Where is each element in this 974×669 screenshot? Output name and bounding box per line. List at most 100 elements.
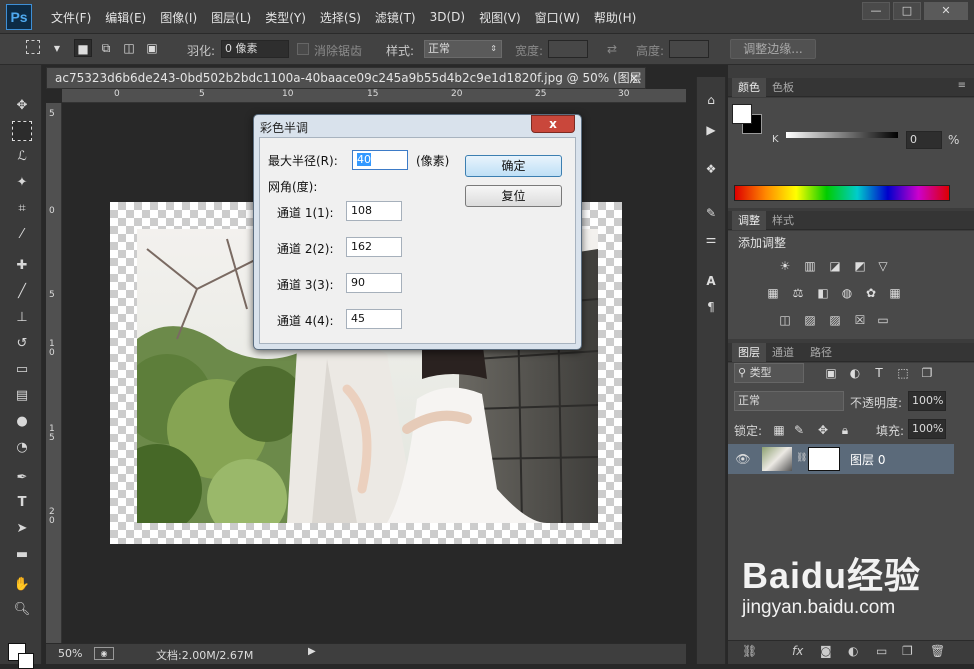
pen-tool-icon[interactable]: ✒ (12, 468, 32, 488)
menu-view[interactable]: 视图(V) (472, 9, 528, 26)
threshold-icon[interactable]: ▨ (826, 311, 844, 329)
new-selection-icon[interactable]: ■ (74, 39, 92, 57)
vibrance-icon[interactable]: ▽ (874, 257, 892, 275)
menu-filter[interactable]: 滤镜(T) (368, 9, 423, 26)
refine-edge-button[interactable]: 调整边缘... (730, 39, 816, 59)
brush-presets-icon[interactable]: ✎ (702, 204, 720, 222)
filter-adjustment-icon[interactable]: ◐ (846, 364, 864, 382)
layer-filter-select[interactable]: ⚲ 类型 (734, 363, 804, 383)
lock-pixels-icon[interactable]: ✎ (790, 421, 808, 439)
tab-channels[interactable]: 通道 (766, 343, 800, 362)
k-value-input[interactable]: 0 (906, 131, 942, 149)
move-tool-icon[interactable]: ✥ (12, 96, 32, 116)
tab-layers[interactable]: 图层 (732, 343, 766, 362)
marquee-preset-icon[interactable] (26, 40, 40, 54)
add-mask-icon[interactable]: ◙ (820, 644, 832, 658)
chevron-down-icon[interactable]: ▼ (48, 40, 66, 58)
eyedropper-icon[interactable]: ⁄ (12, 225, 32, 245)
panel-menu-icon[interactable]: ≡ (958, 80, 966, 91)
selective-color-icon[interactable]: ☒ (851, 311, 869, 329)
feather-input[interactable]: 0 像素 (221, 40, 289, 58)
new-adjustment-icon[interactable]: ◐ (848, 644, 858, 658)
filter-pixel-icon[interactable]: ▣ (822, 364, 840, 382)
type-tool-icon[interactable]: T (12, 493, 32, 513)
status-arrow-icon[interactable]: ▶ (308, 646, 316, 657)
history-brush-icon[interactable]: ↺ (12, 334, 32, 354)
new-group-icon[interactable]: ▭ (876, 644, 887, 658)
document-tab[interactable]: ac75323d6b6de243-0bd502b2bdc1100a-40baac… (46, 67, 646, 89)
blend-mode-select[interactable]: 正常 (734, 391, 844, 411)
levels-icon[interactable]: ▥ (801, 257, 819, 275)
gradient-tool-icon[interactable]: ▤ (12, 386, 32, 406)
menu-edit[interactable]: 编辑(E) (98, 9, 153, 26)
close-tab-icon[interactable]: × (629, 68, 639, 88)
blur-tool-icon[interactable]: ● (12, 412, 32, 432)
shape-tool-icon[interactable]: ▬ (12, 545, 32, 565)
close-window-button[interactable]: ✕ (924, 2, 968, 20)
channel-4-input[interactable]: 45 (346, 309, 402, 329)
add-selection-icon[interactable]: ⧉ (97, 39, 115, 57)
channel-mixer-icon[interactable]: ✿ (862, 284, 880, 302)
opacity-input[interactable]: 100% (908, 391, 946, 411)
path-select-icon[interactable]: ➤ (12, 519, 32, 539)
fx-icon[interactable]: fx (792, 644, 803, 658)
actions-panel-icon[interactable]: ▶ (702, 121, 720, 139)
curves-icon[interactable]: ◪ (826, 257, 844, 275)
filter-type-icon[interactable]: T (870, 364, 888, 382)
lock-transparency-icon[interactable]: ▦ (770, 421, 788, 439)
intersect-selection-icon[interactable]: ▣ (143, 39, 161, 57)
hue-saturation-icon[interactable]: ▦ (764, 284, 782, 302)
crop-tool-icon[interactable]: ⌗ (12, 199, 32, 219)
tab-paths[interactable]: 路径 (804, 343, 838, 362)
menu-3d[interactable]: 3D(D) (423, 10, 472, 24)
style-select[interactable]: 正常 ⇕ (424, 40, 502, 58)
eraser-tool-icon[interactable]: ▭ (12, 360, 32, 380)
channel-1-input[interactable]: 108 (346, 201, 402, 221)
gradient-map-icon[interactable]: ▭ (874, 311, 892, 329)
tab-color[interactable]: 颜色 (732, 78, 766, 97)
background-color-swatch[interactable] (18, 653, 34, 669)
brightness-icon[interactable]: ☀ (776, 257, 794, 275)
link-icon[interactable]: ⛓ (796, 453, 807, 463)
zoom-tool-icon[interactable]: 🔍︎ (12, 600, 32, 620)
height-input[interactable] (669, 40, 709, 58)
reset-button[interactable]: 复位 (465, 185, 562, 207)
antialias-checkbox[interactable] (297, 43, 309, 55)
marquee-tool-icon[interactable] (12, 121, 32, 141)
layer-mask-thumbnail[interactable] (808, 447, 840, 471)
menu-window[interactable]: 窗口(W) (528, 9, 587, 26)
channel-2-input[interactable]: 162 (346, 237, 402, 257)
stamp-tool-icon[interactable]: ⊥ (12, 308, 32, 328)
zoom-level[interactable]: 50% (58, 647, 82, 660)
new-layer-icon[interactable]: ❐ (902, 644, 913, 658)
channel-3-input[interactable]: 90 (346, 273, 402, 293)
menu-layer[interactable]: 图层(L) (204, 9, 258, 26)
swap-icon[interactable]: ⇄ (603, 40, 621, 58)
k-slider[interactable] (786, 132, 898, 138)
filter-smart-icon[interactable]: ❐ (918, 364, 936, 382)
black-white-icon[interactable]: ◧ (814, 284, 832, 302)
paragraph-panel-icon[interactable]: ¶ (702, 298, 720, 316)
lasso-tool-icon[interactable]: ℒ (12, 147, 32, 167)
tab-styles[interactable]: 样式 (766, 211, 800, 230)
color-balance-icon[interactable]: ⚖ (789, 284, 807, 302)
history-panel-icon[interactable]: ⌂ (702, 91, 720, 109)
photo-filter-icon[interactable]: ◍ (838, 284, 856, 302)
exposure-icon[interactable]: ◩ (851, 257, 869, 275)
link-layers-icon[interactable]: ⛓ (742, 644, 757, 658)
dodge-tool-icon[interactable]: ◔ (12, 438, 32, 458)
lock-position-icon[interactable]: ✥ (814, 421, 832, 439)
layer-name[interactable]: 图层 0 (850, 451, 885, 468)
lock-all-icon[interactable]: 🔒︎ (836, 421, 854, 439)
tab-swatches[interactable]: 色板 (766, 78, 800, 97)
maximize-button[interactable]: □ (893, 2, 921, 20)
subtract-selection-icon[interactable]: ◫ (120, 39, 138, 57)
layer-row[interactable]: 👁︎ ⛓ 图层 0 (728, 444, 954, 474)
magic-wand-icon[interactable]: ✦ (12, 173, 32, 193)
fill-input[interactable]: 100% (908, 419, 946, 439)
trash-icon[interactable]: 🗑︎ (930, 644, 945, 658)
tab-adjustments[interactable]: 调整 (732, 211, 766, 230)
menu-help[interactable]: 帮助(H) (587, 9, 643, 26)
3d-panel-icon[interactable]: ❖ (702, 160, 720, 178)
brush-tool-icon[interactable]: ╱ (12, 282, 32, 302)
